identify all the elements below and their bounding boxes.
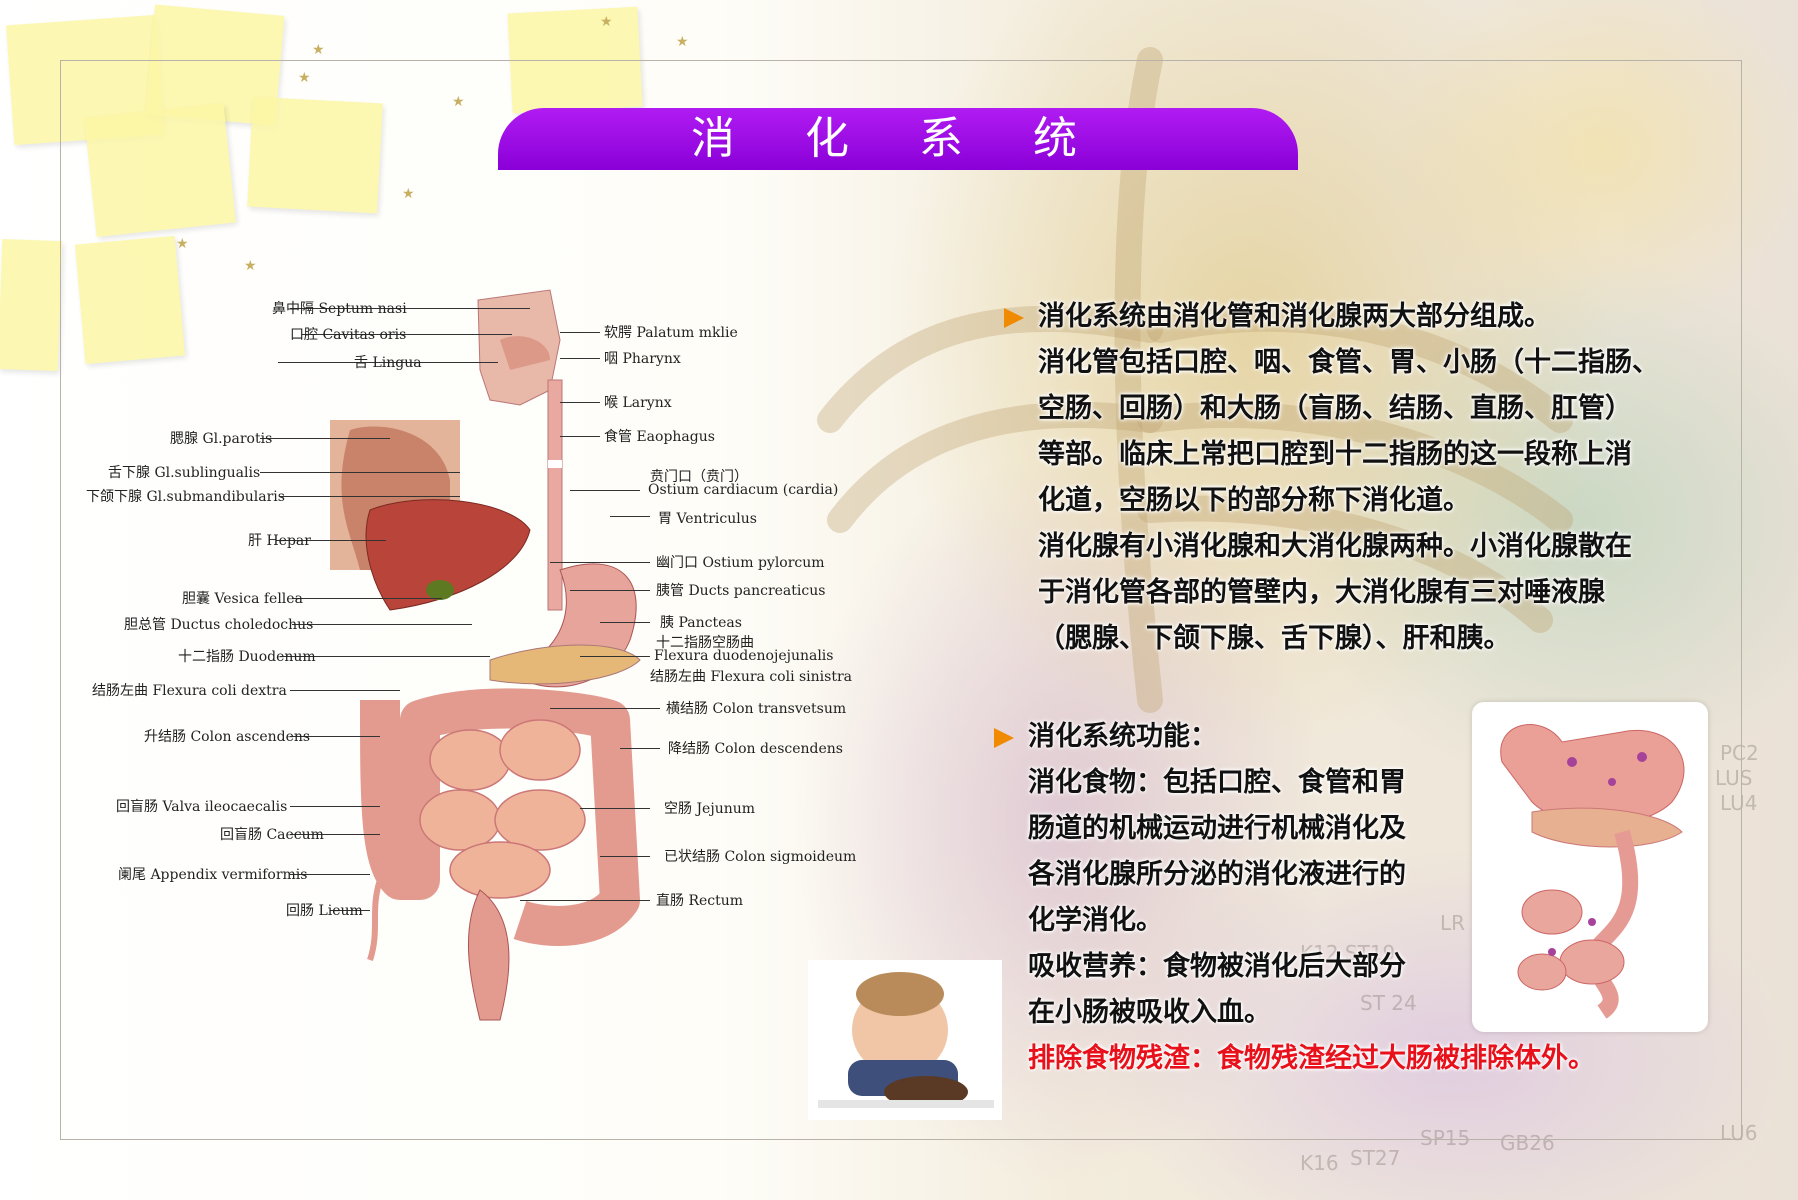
anatomy-label: 已状结肠 Colon sigmoideum xyxy=(664,849,857,865)
anatomy-label: 降结肠 Colon descendens xyxy=(668,741,843,757)
anatomy-label: 胰管 Ducts pancreaticus xyxy=(656,583,826,599)
leader-line xyxy=(260,472,460,473)
anatomy-label: Flexura duodenojejunalis xyxy=(654,648,834,664)
anatomy-label: 横结肠 Colon transvetsum xyxy=(666,701,847,717)
page-title: 消 化 系 统 xyxy=(498,108,1298,170)
leader-line xyxy=(550,562,650,563)
anatomy-label: 十二指肠 Duodenum xyxy=(178,649,316,665)
leader-line xyxy=(290,806,380,807)
anatomy-label: 直肠 Rectum xyxy=(656,893,744,909)
text-line: 等部。临床上常把口腔到十二指肠的这一段称上消 xyxy=(1038,439,1632,470)
anatomy-label: 肝 Hepar xyxy=(248,533,311,549)
leader-line xyxy=(560,332,600,333)
anatomy-label: 咽 Pharynx xyxy=(604,351,681,367)
anatomy-diagram: 鼻中隔 Septum nasi 口腔 Cavitas oris 舌 Lingua… xyxy=(80,280,910,1060)
intestine-illustration-box xyxy=(1472,702,1708,1032)
leader-line xyxy=(560,402,600,403)
svg-text:ST27: ST27 xyxy=(1350,1146,1400,1170)
anatomy-label: Ostium cardiacum (cardia) xyxy=(648,482,839,498)
leader-line xyxy=(600,856,650,857)
leader-line xyxy=(260,438,390,439)
anatomy-label: 阑尾 Appendix vermiformis xyxy=(118,867,308,883)
leader-line xyxy=(620,748,660,749)
leader-line xyxy=(580,656,650,657)
sticky-note xyxy=(0,238,63,372)
anatomy-label: 腮腺 Gl.parotis xyxy=(170,431,273,447)
star-icon: ★ xyxy=(312,42,325,58)
leader-line xyxy=(560,436,600,437)
text-line: 消化腺有小消化腺和大消化腺两种。小消化腺散在 xyxy=(1038,531,1632,562)
text-line: 于消化管各部的管壁内，大消化腺有三对唾液腺 xyxy=(1038,577,1605,608)
star-icon: ★ xyxy=(676,34,689,50)
leader-line xyxy=(520,900,650,901)
anatomy-label: 胃 Ventriculus xyxy=(658,511,757,527)
anatomy-label: 胰 Pancteas xyxy=(660,615,742,631)
anatomy-label: 下颌下腺 Gl.submandibularis xyxy=(86,489,285,505)
baby-illustration xyxy=(818,972,994,1108)
leader-line xyxy=(610,516,650,517)
leader-line xyxy=(580,808,650,809)
anatomy-label: 舌 Lingua xyxy=(354,355,422,371)
anatomy-label: 结肠左曲 Flexura coli dextra xyxy=(92,683,287,699)
leader-line xyxy=(280,496,460,497)
leader-line xyxy=(570,590,650,591)
text-line: 消化管包括口腔、咽、食管、胃、小肠（十二指肠、 xyxy=(1038,347,1659,378)
anatomy-label: 空肠 Jejunum xyxy=(664,801,756,817)
highlight-text-line: 排除食物残渣：食物残渣经过大肠被排除体外。 xyxy=(1028,1043,1595,1074)
anatomy-label: 回盲肠 Valva ileocaecalis xyxy=(116,799,288,815)
anatomy-label: 胆囊 Vesica fellea xyxy=(182,591,303,607)
text-line: 化道，空肠以下的部分称下消化道。 xyxy=(1038,485,1470,516)
bullet-arrow-icon xyxy=(1004,308,1024,328)
anatomy-label: 舌下腺 Gl.sublingualis xyxy=(108,465,261,481)
anatomy-label: 口腔 Cavitas oris xyxy=(290,327,407,343)
section1-text: 消化系统由消化管和消化腺两大部分组成。 消化管包括口腔、咽、食管、胃、小肠（十二… xyxy=(1038,294,1738,662)
leader-line xyxy=(292,598,442,599)
text-line: 消化系统由消化管和消化腺两大部分组成。 xyxy=(1038,301,1551,332)
baby-photo xyxy=(808,960,1002,1120)
anatomy-label: 食管 Eaophagus xyxy=(604,429,715,445)
star-icon: ★ xyxy=(600,14,613,30)
anatomy-label: 喉 Larynx xyxy=(604,395,672,411)
bullet-arrow-icon xyxy=(994,728,1014,748)
leader-line xyxy=(560,358,600,359)
anatomy-label: 软腭 Palatum mklie xyxy=(604,325,738,341)
leader-line xyxy=(292,624,472,625)
leader-line xyxy=(600,622,650,623)
anatomy-label: 幽门口 Ostium pylorcum xyxy=(656,555,825,571)
anatomy-label: 胆总管 Ductus choledochus xyxy=(124,617,314,633)
svg-text:K16: K16 xyxy=(1300,1151,1339,1175)
anatomy-label: 回盲肠 Caecum xyxy=(220,827,324,843)
anatomy-label: 升结肠 Colon ascendens xyxy=(144,729,311,745)
anatomy-label: 鼻中隔 Septum nasi xyxy=(272,301,407,317)
leader-line xyxy=(290,690,400,691)
intestine-illustration xyxy=(1500,724,1685,1019)
text-line: 空肠、回肠）和大肠（盲肠、结肠、直肠、肛管） xyxy=(1038,393,1632,424)
anatomy-label: 结肠左曲 Flexura coli sinistra xyxy=(650,669,853,685)
leader-line xyxy=(570,490,640,491)
text-line: （腮腺、下颌下腺、舌下腺）、肝和胰。 xyxy=(1038,623,1511,654)
anatomy-label: 回肠 Lieum xyxy=(286,903,363,919)
leader-line xyxy=(550,708,660,709)
